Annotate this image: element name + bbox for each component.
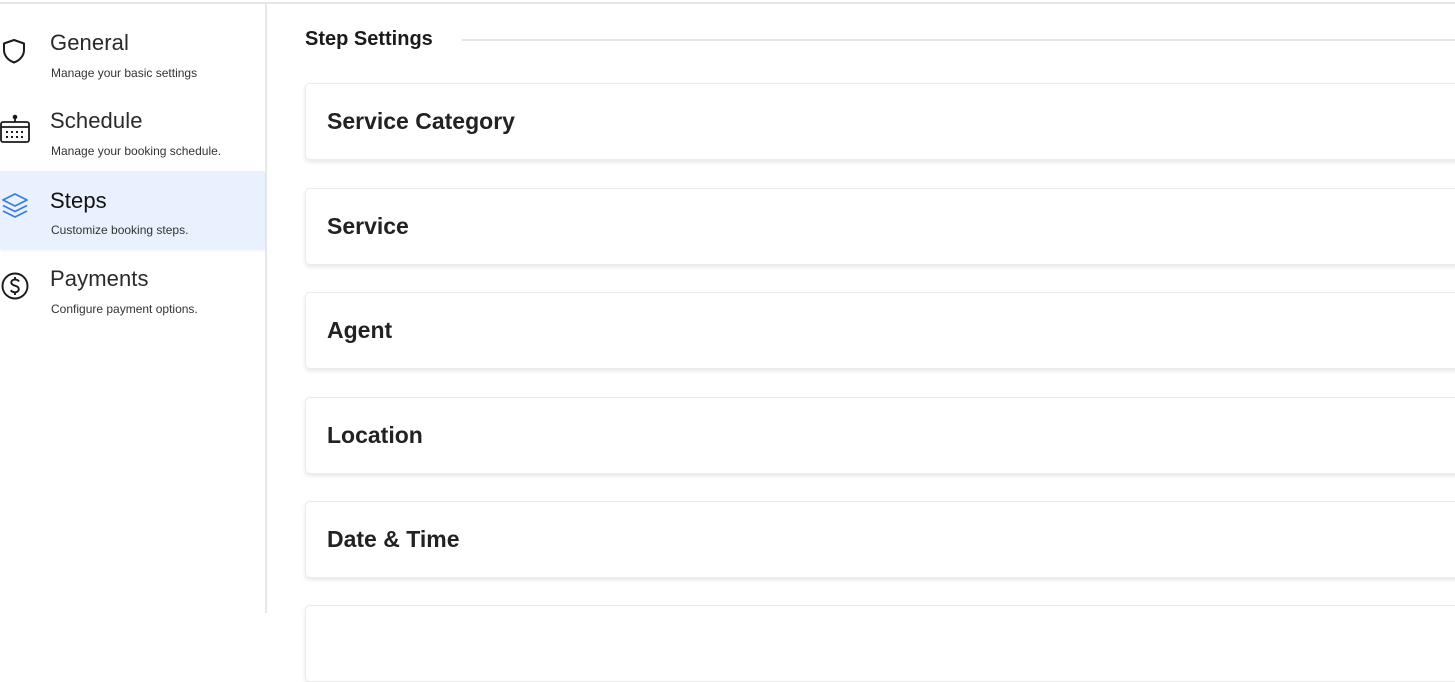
sidebar-item-general[interactable]: General Manage your basic settings xyxy=(0,18,265,96)
sidebar-item-label: General xyxy=(50,30,129,55)
layers-icon xyxy=(0,191,30,221)
sidebar-item-description: Manage your basic settings xyxy=(51,66,198,80)
step-label: Agent xyxy=(327,317,393,343)
step-card-location[interactable]: Location xyxy=(305,397,1455,474)
section-divider xyxy=(462,39,1455,41)
step-label: Service xyxy=(327,213,409,239)
step-card-service[interactable]: Service xyxy=(305,188,1455,265)
shield-icon xyxy=(0,36,30,66)
calendar-icon xyxy=(0,114,30,144)
sidebar-item-description: Configure payment options. xyxy=(51,302,198,316)
sidebar-item-description: Customize booking steps. xyxy=(51,223,189,237)
step-label: Service Category xyxy=(327,108,515,134)
step-label: Date & Time xyxy=(327,526,460,552)
sidebar-item-label: Steps xyxy=(50,188,107,213)
sidebar-item-steps[interactable]: Steps Customize booking steps. xyxy=(0,171,265,249)
step-settings-panel: Step Settings Service Category Service A… xyxy=(267,4,1455,682)
step-card-next[interactable] xyxy=(305,605,1455,682)
sidebar-item-payments[interactable]: Payments Configure payment options. xyxy=(0,254,265,332)
sidebar-item-label: Schedule xyxy=(50,108,143,133)
settings-sidebar: General Manage your basic settings Sched… xyxy=(0,4,267,613)
section-title: Step Settings xyxy=(305,28,433,50)
sidebar-item-schedule[interactable]: Schedule Manage your booking schedule. xyxy=(0,96,265,174)
dollar-circle-icon xyxy=(0,271,30,301)
sidebar-item-description: Manage your booking schedule. xyxy=(51,144,222,158)
step-card-service-category[interactable]: Service Category xyxy=(305,83,1455,160)
step-label: Location xyxy=(327,422,423,448)
step-card-agent[interactable]: Agent xyxy=(305,292,1455,369)
step-card-date-time[interactable]: Date & Time xyxy=(305,501,1455,578)
sidebar-item-label: Payments xyxy=(50,266,149,291)
